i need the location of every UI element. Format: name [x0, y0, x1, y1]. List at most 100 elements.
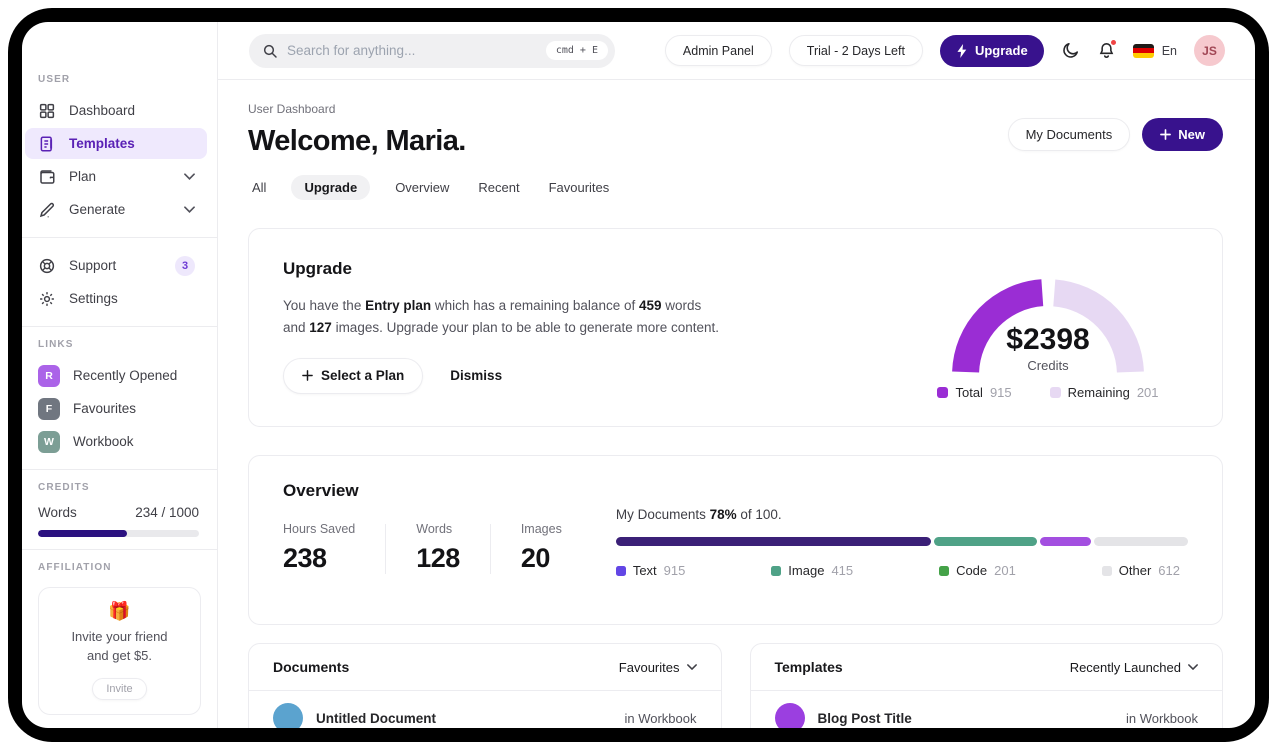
support-count-badge: 3 — [175, 255, 195, 276]
sidebar-link-workbook[interactable]: W Workbook — [25, 426, 207, 457]
sidebar-item-plan[interactable]: Plan — [25, 161, 207, 192]
sidebar-link-favourites[interactable]: F Favourites — [25, 393, 207, 424]
gear-icon — [40, 291, 54, 306]
templates-card: Templates Recently Launched Blog Post Ti… — [749, 643, 1223, 728]
template-row[interactable]: Blog Post Title in Workbook — [751, 691, 1223, 728]
pencil-icon — [39, 202, 55, 217]
credits-gauge-chart: $2398 Credits Total 915 Remaining 201 — [922, 259, 1174, 400]
trial-status-button[interactable]: Trial - 2 Days Left — [788, 35, 923, 66]
admin-panel-button[interactable]: Admin Panel — [664, 35, 772, 66]
stat-value: 238 — [283, 543, 327, 573]
link-initial-badge: W — [38, 430, 60, 453]
upgrade-card-body: You have the Entry plan which has a rema… — [283, 298, 720, 335]
notifications-button[interactable] — [1097, 39, 1117, 60]
tab-upgrade[interactable]: Upgrade — [291, 175, 371, 200]
dark-mode-toggle[interactable] — [1061, 41, 1080, 60]
sidebar-section-user: USER — [38, 74, 71, 85]
bar-segment-other — [1093, 537, 1188, 546]
wallet-icon — [40, 169, 55, 184]
documents-card-title: Documents — [273, 659, 350, 675]
user-avatar[interactable]: JS — [1194, 35, 1225, 66]
chevron-down-icon — [1188, 664, 1198, 670]
screenshot-stage: USER Dashboard Templates Plan Generate S… — [0, 0, 1277, 750]
sidebar-section-affiliation: AFFILIATION — [38, 562, 112, 573]
sidebar-section-links: LINKS — [38, 339, 74, 350]
sidebar-item-dashboard[interactable]: Dashboard — [25, 95, 207, 126]
documents-progress-label: My Documents 78% of 100. — [615, 507, 782, 522]
language-selector[interactable] — [1132, 43, 1154, 58]
sidebar-item-support[interactable]: Support 3 — [25, 250, 207, 281]
sidebar: USER Dashboard Templates Plan Generate S… — [22, 22, 218, 728]
dismiss-button[interactable]: Dismiss — [450, 368, 502, 383]
upgrade-button-label: Upgrade — [974, 43, 1028, 58]
notification-dot — [1109, 39, 1117, 46]
sidebar-item-label: Workbook — [73, 434, 134, 449]
credits-progress-fill — [38, 530, 127, 537]
stacked-progress-bar — [615, 537, 1188, 546]
document-row[interactable]: Untitled Document in Workbook — [249, 691, 721, 728]
chevron-down-icon — [686, 664, 697, 670]
gauge-center-sublabel: Credits — [1027, 358, 1069, 373]
legend-value: 915 — [989, 385, 1012, 400]
my-documents-button[interactable]: My Documents — [1007, 118, 1131, 151]
gauge-legend-total: Total 915 — [937, 385, 1012, 400]
link-initial-badge: R — [38, 364, 60, 387]
tab-favourites[interactable]: Favourites — [545, 175, 614, 200]
sidebar-divider — [22, 237, 217, 238]
stat-value: 20 — [520, 543, 551, 573]
sidebar-section-credits: CREDITS — [38, 482, 90, 493]
select-plan-label: Select a Plan — [321, 368, 405, 384]
tab-all[interactable]: All — [248, 175, 270, 200]
link-initial-badge: F — [38, 397, 60, 420]
tab-recent[interactable]: Recent — [474, 175, 523, 200]
documents-progress-chart: My Documents 78% of 100. Text 915 Image 41… — [615, 507, 1188, 599]
sidebar-divider — [22, 469, 217, 470]
affiliation-text-line2: and get $5. — [86, 647, 153, 663]
lightning-icon — [957, 43, 967, 58]
moon-icon — [1062, 42, 1078, 58]
stat-divider — [385, 524, 387, 574]
documents-card: Documents Favourites Untitled Document i… — [248, 643, 722, 728]
gift-icon: 🎁 — [108, 601, 131, 621]
new-button[interactable]: New — [1142, 118, 1223, 151]
half-donut-gauge: $2398 Credits — [952, 279, 1144, 374]
search-input[interactable]: Search for anything... cmd + E — [249, 33, 615, 68]
legend-swatch — [771, 565, 782, 576]
bar-segment-image — [933, 537, 1037, 546]
legend-label: Total — [955, 385, 983, 400]
invite-button[interactable]: Invite — [92, 677, 147, 700]
page-title: Welcome, Maria. — [248, 125, 466, 157]
chevron-down-icon — [184, 206, 195, 213]
legend-swatch — [937, 387, 949, 398]
sidebar-link-recently-opened[interactable]: R Recently Opened — [25, 360, 207, 391]
documents-filter-dropdown[interactable]: Favourites — [619, 660, 697, 675]
templates-filter-dropdown[interactable]: Recently Launched — [1070, 660, 1198, 675]
tab-overview[interactable]: Overview — [391, 175, 453, 200]
legend-other: Other 612 — [1101, 563, 1180, 578]
legend-value: 612 — [1158, 563, 1180, 578]
search-shortcut-chip: cmd + E — [545, 41, 608, 60]
legend-swatch — [939, 565, 950, 576]
stat-images: Images 20 — [521, 522, 562, 574]
lifebuoy-icon — [39, 258, 55, 273]
template-location: in Workbook — [1125, 710, 1198, 726]
affiliation-text-line1: Invite your friend — [71, 629, 168, 644]
sidebar-item-generate[interactable]: Generate — [25, 194, 207, 225]
filter-label: Favourites — [618, 659, 680, 675]
sidebar-item-label: Dashboard — [69, 103, 136, 118]
filter-tabs: All Upgrade Overview Recent Favourites — [248, 175, 1223, 200]
sidebar-item-label: Settings — [69, 291, 118, 306]
templates-document-icon — [40, 136, 53, 151]
overview-stats: Hours Saved 238 Words 128 Images 20 — [283, 522, 562, 574]
sidebar-item-settings[interactable]: Settings — [25, 283, 207, 314]
main-column: Search for anything... cmd + E Admin Pan… — [218, 22, 1255, 728]
upgrade-card: Upgrade You have the Entry plan which ha… — [248, 228, 1223, 427]
plus-icon — [1160, 129, 1172, 140]
overview-card-title: Overview — [283, 481, 359, 500]
upgrade-button[interactable]: Upgrade — [939, 34, 1044, 67]
select-plan-button[interactable]: Select a Plan — [283, 357, 424, 394]
topbar: Search for anything... cmd + E Admin Pan… — [218, 22, 1255, 80]
sidebar-item-label: Generate — [69, 202, 126, 217]
sidebar-item-templates[interactable]: Templates — [25, 128, 207, 159]
legend-value: 201 — [1136, 385, 1159, 400]
